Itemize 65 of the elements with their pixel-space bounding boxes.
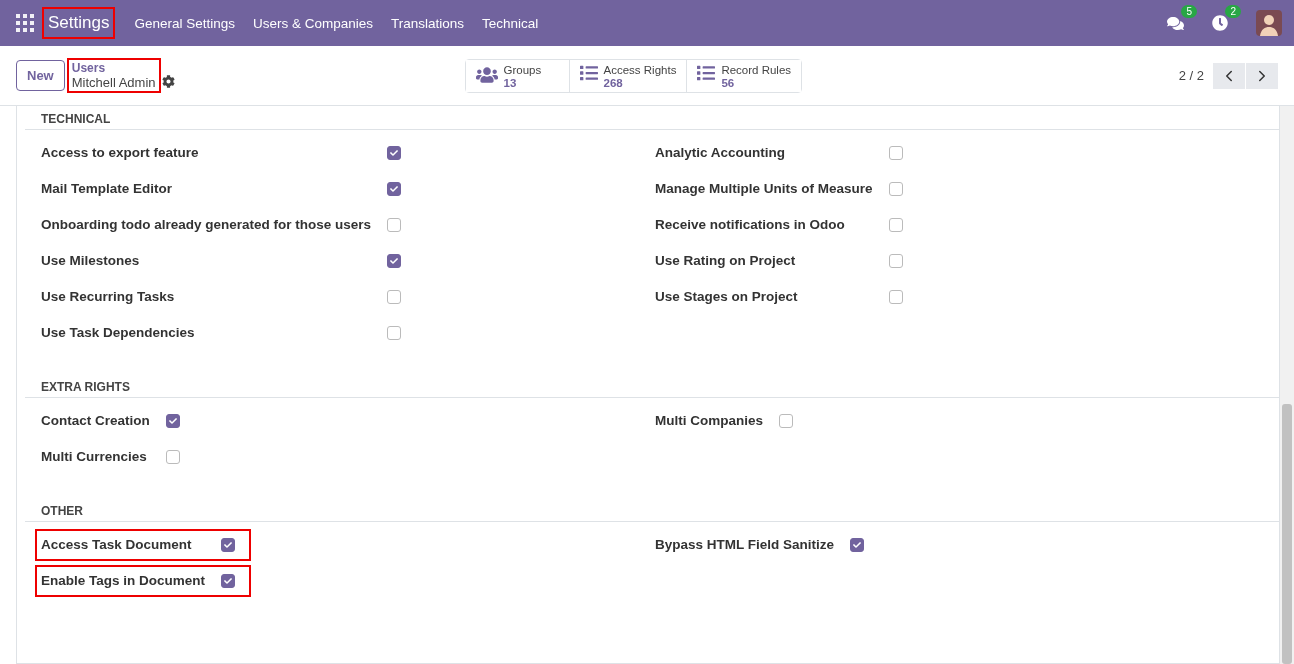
activity-count: 2	[1225, 5, 1241, 18]
checkbox[interactable]	[387, 218, 402, 232]
checkbox[interactable]	[221, 538, 236, 552]
checkbox[interactable]	[387, 254, 402, 268]
list-icon	[579, 63, 598, 82]
checkbox[interactable]	[387, 146, 402, 160]
field-label: Enable Tags in Document	[41, 572, 206, 590]
smart-button[interactable]: Groups 13	[465, 59, 570, 92]
checkbox[interactable]	[387, 290, 402, 304]
check-icon	[390, 185, 399, 193]
checkbox[interactable]	[221, 574, 236, 588]
field-label: Bypass HTML Field Sanitize	[655, 536, 835, 554]
check-icon	[390, 257, 399, 265]
field-label: Analytic Accounting	[655, 144, 786, 162]
checkbox[interactable]	[888, 254, 903, 268]
menu-item[interactable]: Translations	[382, 15, 474, 31]
checkbox[interactable]	[888, 218, 903, 232]
field-label: Onboarding todo already generated for those users	[41, 216, 372, 234]
field-label: Use Recurring Tasks	[41, 288, 176, 306]
next-button[interactable]	[1246, 62, 1278, 89]
field-label: Use Task Dependencies	[41, 324, 196, 342]
field-label: Receive notifications in Odoo	[655, 216, 846, 234]
field-label: Access Task Document	[41, 536, 193, 554]
breadcrumb-link[interactable]: Users	[71, 61, 156, 75]
previous-button[interactable]	[1213, 62, 1245, 89]
check-icon	[853, 541, 862, 549]
checkbox[interactable]	[888, 182, 903, 196]
menu-item[interactable]: General Settings	[125, 15, 244, 31]
field-label: Multi Companies	[655, 412, 763, 430]
checkbox[interactable]	[888, 290, 903, 304]
check-icon	[390, 149, 399, 157]
chat-icon[interactable]	[1167, 14, 1184, 32]
app-title[interactable]: Settings	[44, 9, 114, 37]
apps-menu-icon[interactable]	[16, 14, 34, 32]
check-icon	[224, 577, 233, 585]
new-button[interactable]: New	[16, 60, 65, 91]
clock-icon[interactable]	[1212, 15, 1228, 31]
avatar[interactable]	[1256, 10, 1282, 36]
message-count: 5	[1181, 4, 1197, 18]
record-name: Mitchell Admin	[71, 75, 156, 90]
field-label: Contact Creation	[41, 412, 150, 430]
checkbox[interactable]	[387, 326, 402, 340]
field-label: Use Milestones	[41, 252, 141, 270]
section-title: OTHER	[25, 504, 1279, 522]
menu-item[interactable]: Users & Companies	[244, 15, 383, 31]
checkbox[interactable]	[387, 182, 402, 196]
section-title: TECHNICAL	[25, 112, 1279, 130]
checkbox[interactable]	[888, 146, 903, 160]
field-label: Mail Template Editor	[41, 180, 174, 198]
field-label: Use Rating on Project	[655, 252, 797, 270]
checkbox[interactable]	[779, 414, 793, 428]
field-label: Manage Multiple Units of Measure	[655, 180, 873, 198]
field-label: Use Stages on Project	[655, 288, 799, 306]
field-label: Access to export feature	[41, 144, 200, 162]
field-label: Multi Currencies	[41, 448, 148, 466]
check-icon	[168, 417, 177, 425]
checkbox[interactable]	[850, 538, 865, 552]
settings-icon[interactable]	[161, 75, 175, 88]
section-title: EXTRA RIGHTS	[25, 380, 1279, 398]
check-icon	[224, 541, 233, 549]
checkbox[interactable]	[165, 414, 180, 428]
menu-item[interactable]: Technical	[473, 15, 548, 31]
pager-value: 2 / 2	[1178, 68, 1204, 83]
checkbox[interactable]	[165, 450, 180, 464]
list-icon	[697, 63, 716, 82]
